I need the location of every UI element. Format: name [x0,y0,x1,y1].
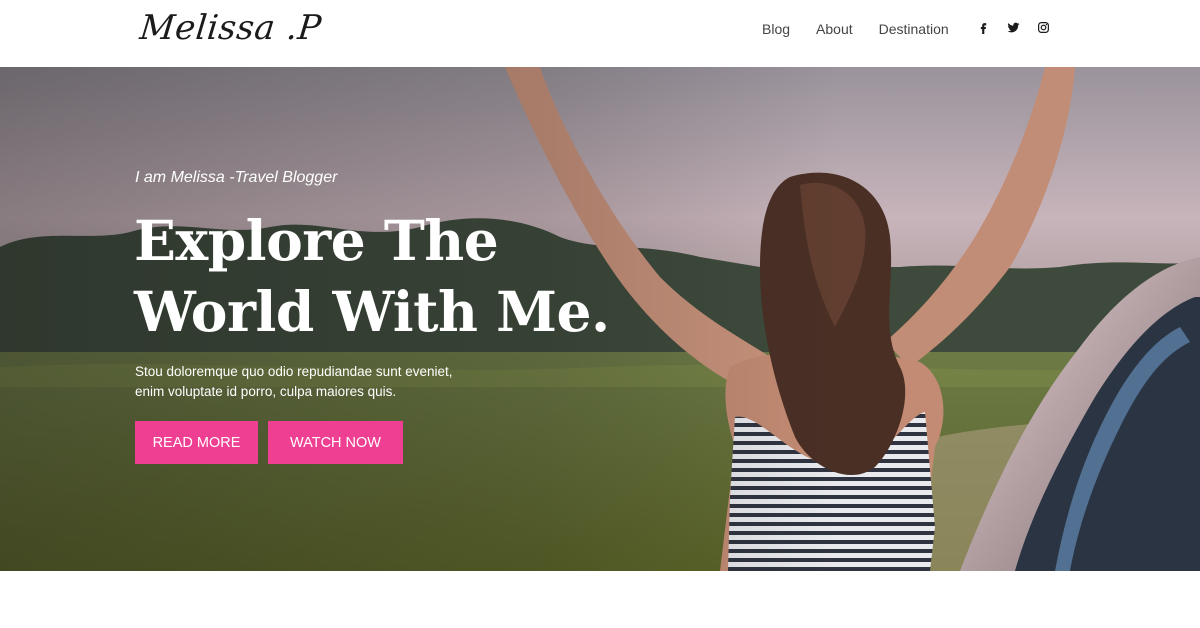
hero-section: I am Melissa -Travel Blogger Explore The… [0,67,1200,571]
instagram-icon [1037,21,1049,33]
twitter-icon [1007,22,1019,32]
hero-heading-line-2: World With Me. [134,279,610,344]
nav-link-destination[interactable]: Destination [879,20,949,38]
site-header: Melissa .P Blog About Destination [0,0,1200,67]
facebook-icon [980,22,986,34]
hero-tagline: I am Melissa -Travel Blogger [135,169,338,186]
hero-description-line-1: Stou doloremque quo odio repudiandae sun… [135,364,453,379]
twitter-link[interactable] [1006,20,1020,34]
site-logo[interactable]: Melissa .P [138,8,324,48]
nav-link-blog[interactable]: Blog [762,20,790,38]
hero-heading-line-1: Explore The [134,208,499,273]
nav-link-about[interactable]: About [816,20,853,38]
facebook-link[interactable] [976,20,990,34]
hero-heading: Explore The World With Me. [134,205,654,347]
read-more-button[interactable]: READ MORE [135,421,258,464]
hero-description: Stou doloremque quo odio repudiandae sun… [135,362,495,402]
hero-description-line-2: enim voluptate id porro, culpa maiores q… [135,384,397,399]
watch-now-button[interactable]: WATCH NOW [268,421,403,464]
social-links [976,20,1050,34]
instagram-link[interactable] [1036,20,1050,34]
main-nav: Blog About Destination [762,20,949,38]
